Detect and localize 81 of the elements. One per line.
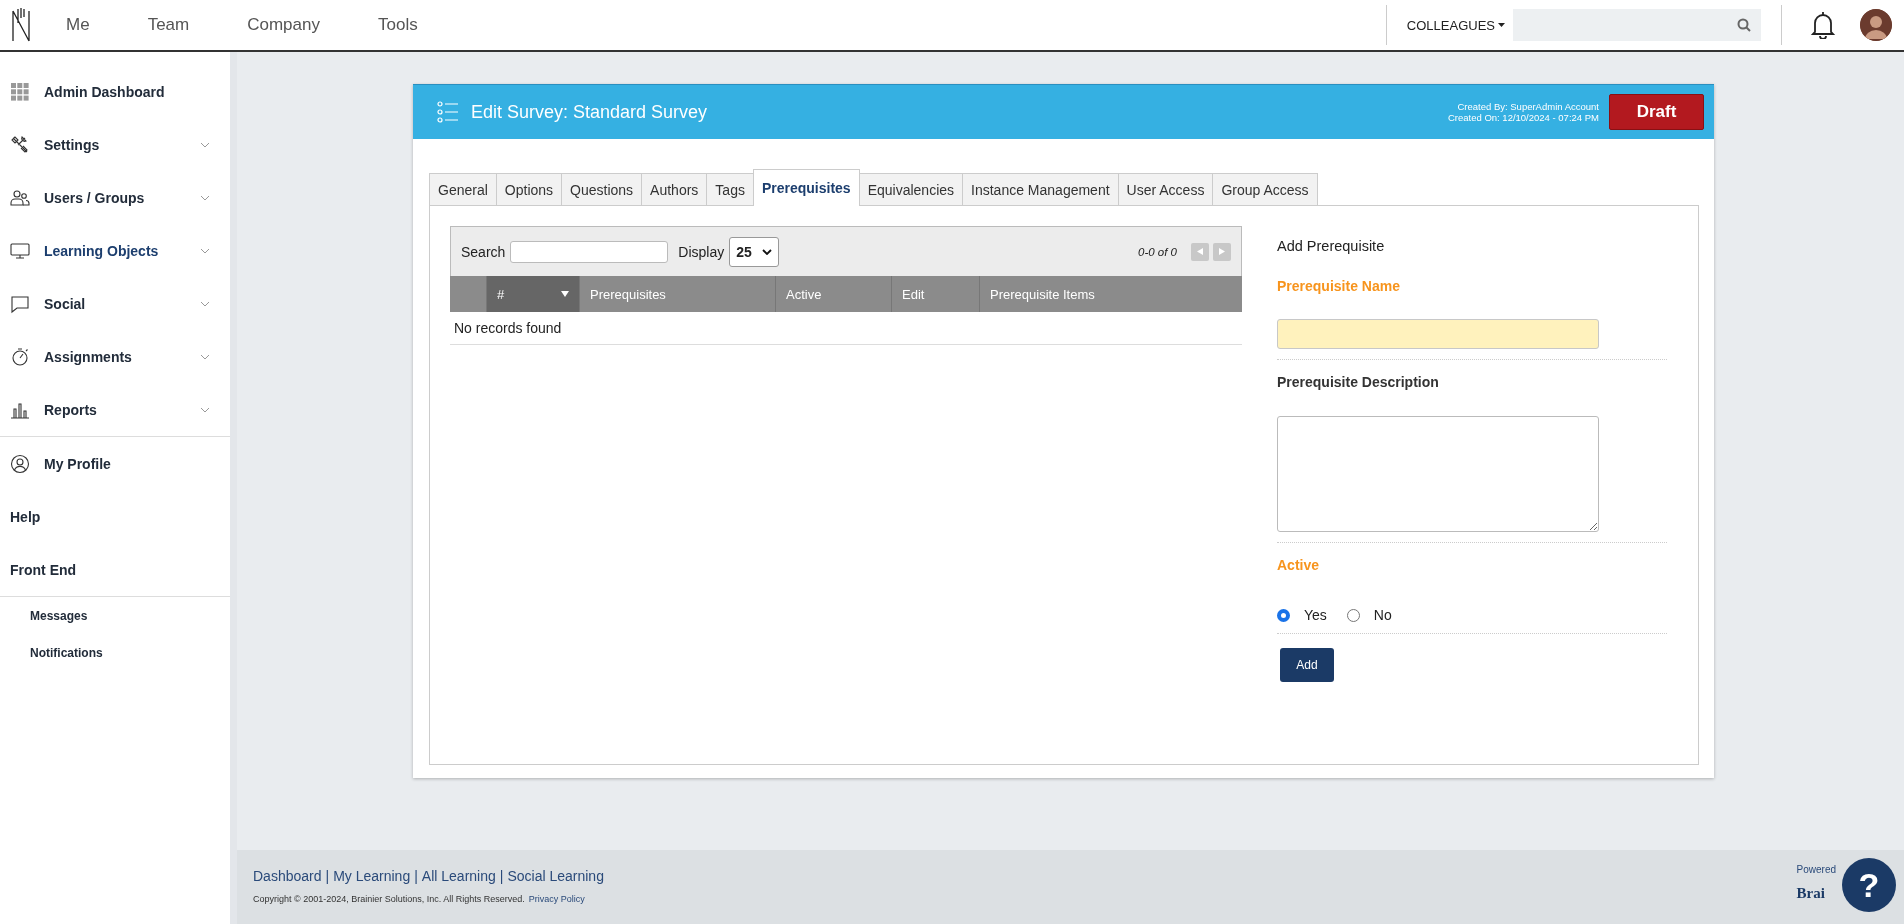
footer-link[interactable]: Social Learning	[507, 868, 604, 884]
brand-logo: Brai	[1796, 885, 1825, 902]
grid-icon	[10, 81, 30, 102]
user-circle-icon	[10, 453, 30, 474]
display-select[interactable]: 25	[729, 236, 779, 267]
tab[interactable]: Authors	[641, 173, 708, 205]
field-label: Prerequisite Description	[1277, 374, 1440, 390]
users-icon	[10, 187, 30, 208]
triangle-left-icon[interactable]	[1197, 248, 1203, 255]
copyright-text: Copyright © 2001-2024, Brainier Solutions, Inc. All Rights Reserved.	[253, 894, 525, 904]
privacy-link[interactable]: Privacy Policy	[528, 894, 585, 904]
bell-icon[interactable]	[1810, 11, 1836, 39]
column-header[interactable]: #	[486, 276, 579, 312]
nav-link[interactable]: Tools	[377, 15, 418, 35]
sidebar-item[interactable]: Settings	[0, 118, 230, 171]
list-icon	[437, 100, 459, 124]
search-field[interactable]	[1513, 9, 1761, 41]
search-icon[interactable]	[1737, 18, 1751, 32]
caret-icon[interactable]	[1498, 23, 1505, 27]
footer-link[interactable]: Dashboard	[253, 868, 322, 884]
radio-button[interactable]	[1277, 608, 1290, 622]
nav-link[interactable]: Company	[247, 15, 320, 35]
tab[interactable]: Group Access	[1212, 173, 1318, 205]
sidebar-item[interactable]: Messages	[0, 597, 230, 634]
display-label: Display	[678, 243, 725, 260]
separator-text: |	[414, 868, 418, 884]
chevron-down-icon[interactable]	[761, 248, 772, 255]
sidebar-item[interactable]: My Profile	[0, 437, 230, 490]
nav-link[interactable]: Team	[147, 15, 190, 35]
sidebar-item[interactable]: Reports	[0, 383, 230, 436]
footer-link[interactable]: All Learning	[421, 868, 496, 884]
logo-icon[interactable]	[10, 7, 32, 43]
tab[interactable]: Questions	[561, 173, 643, 205]
speech-bubble-icon	[10, 293, 30, 314]
created-by-text: Created By: SuperAdmin Account	[1456, 101, 1599, 112]
tools-icon	[10, 134, 30, 155]
status-button[interactable]: Draft	[1609, 94, 1704, 130]
page-title: Edit Survey: Standard Survey	[471, 101, 709, 123]
add-button[interactable]: Add	[1280, 648, 1334, 682]
sidebar-item[interactable]: Social	[0, 277, 230, 330]
sort-caret-icon[interactable]	[561, 291, 569, 297]
radio-label: Yes	[1304, 607, 1327, 623]
tab[interactable]: Instance Management	[962, 173, 1119, 205]
tab[interactable]: Prerequisites	[752, 169, 860, 206]
created-on-text: Created On: 12/10/2024 - 07:24 PM	[1447, 112, 1599, 123]
empty-message: No records found	[454, 320, 562, 336]
next-page-button[interactable]	[1213, 242, 1231, 261]
powered-by-text: Powered	[1796, 864, 1836, 875]
separator-text: |	[499, 868, 504, 884]
sidebar-item[interactable]: Help	[0, 490, 230, 543]
separator-text: |	[325, 868, 330, 884]
paging-text: 0-0 of 0	[1138, 245, 1177, 258]
tab[interactable]: Tags	[706, 173, 754, 205]
tab[interactable]: Equivalencies	[858, 173, 964, 205]
help-button[interactable]: ?	[1842, 858, 1896, 912]
form-heading: Add Prerequisite	[1277, 238, 1386, 254]
monitor-icon	[10, 240, 30, 261]
field-label: Prerequisite Name	[1277, 278, 1401, 294]
previous-page-button[interactable]	[1191, 242, 1209, 261]
sidebar-item[interactable]: Notifications	[0, 634, 230, 671]
tab[interactable]: Options	[495, 173, 563, 205]
footer-link[interactable]: My Learning	[333, 868, 411, 884]
avatar[interactable]	[1860, 9, 1892, 41]
search-label: Search	[461, 243, 506, 260]
field-label: Active	[1277, 557, 1321, 573]
sidebar-item[interactable]: Admin Dashboard	[0, 65, 230, 118]
triangle-right-icon[interactable]	[1219, 248, 1225, 255]
sidebar-item[interactable]: Users / Groups	[0, 171, 230, 224]
search-input[interactable]	[510, 240, 669, 263]
description-textarea[interactable]	[1277, 416, 1599, 532]
nav-link[interactable]: Me	[66, 15, 90, 35]
radio-label: No	[1373, 607, 1392, 623]
sidebar-item[interactable]: Assignments	[0, 330, 230, 383]
name-input[interactable]	[1277, 319, 1599, 349]
sidebar-item[interactable]: Learning Objects	[0, 224, 230, 277]
radio-button[interactable]	[1346, 608, 1360, 622]
colleagues-dropdown[interactable]: COLLEAGUES	[1406, 17, 1505, 33]
tab[interactable]: General	[429, 173, 497, 205]
tab[interactable]: User Access	[1117, 173, 1214, 205]
sidebar-item[interactable]: Front End	[0, 543, 230, 596]
stopwatch-icon	[10, 346, 30, 367]
